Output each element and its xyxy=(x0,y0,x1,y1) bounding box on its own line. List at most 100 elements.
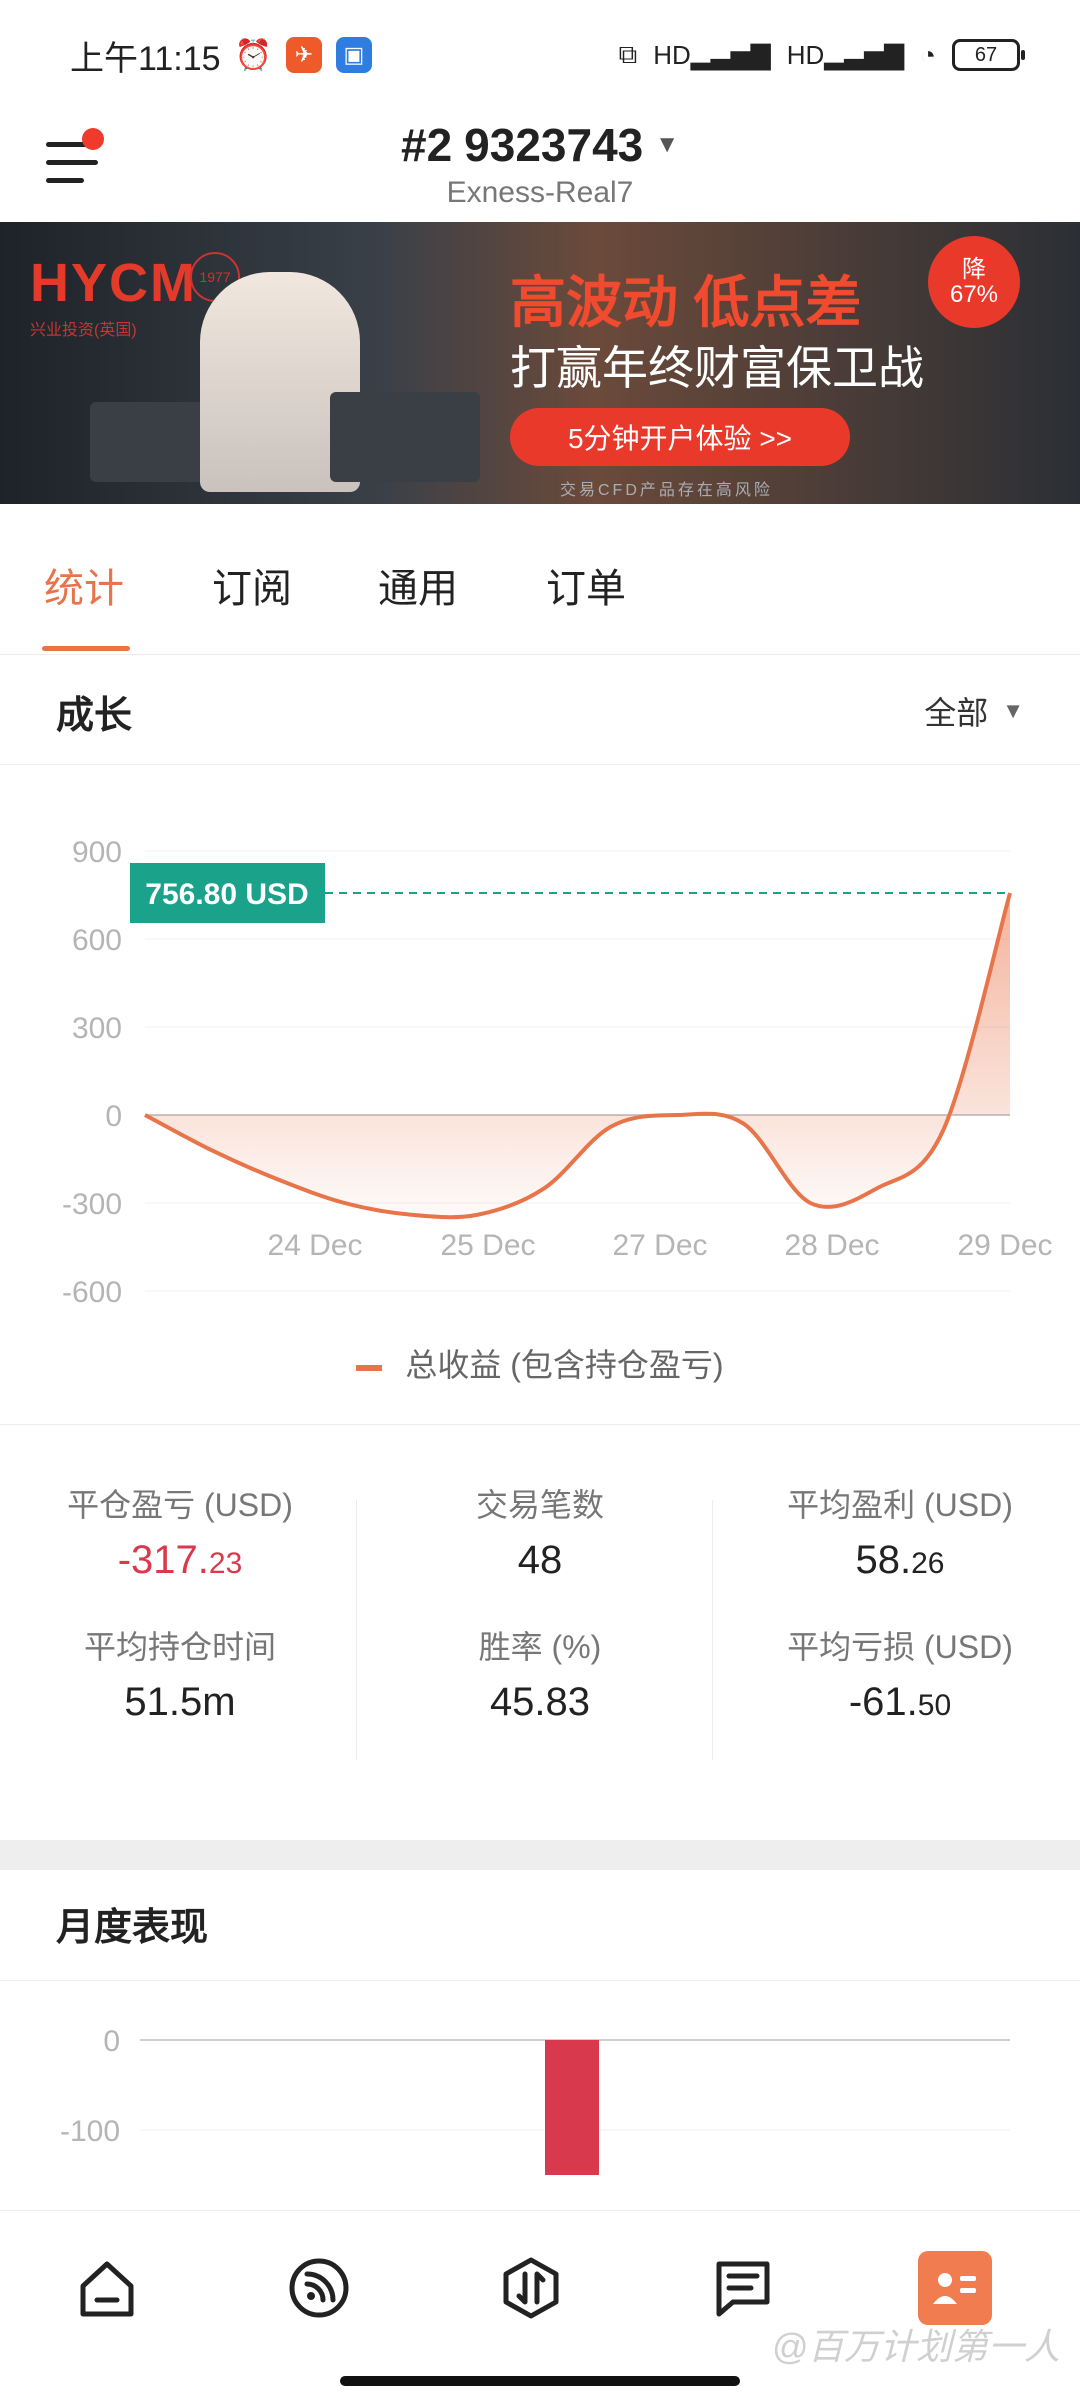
x-tick-label: 28 Dec xyxy=(784,1229,879,1262)
stat-value-decimals: 50 xyxy=(917,1689,952,1722)
stat-value: 45.83 xyxy=(489,1680,591,1724)
stats-grid: 平仓盈亏 (USD) -317.23 交易笔数 48 平均盈利 (USD) 58… xyxy=(0,1480,1080,1780)
y-tick-label: 600 xyxy=(72,924,122,957)
alarm-icon: ⏰ xyxy=(234,38,272,72)
profile-card-icon xyxy=(933,2273,976,2304)
growth-chart-svg: 900 600 300 0 -300 -600 24 Dec 25 Dec 27 Dec 28 D… xyxy=(62,836,1053,1309)
growth-chart[interactable]: 900 600 300 0 -300 -600 24 Dec 25 Dec 27 Dec 28 D… xyxy=(0,776,1080,1336)
bottom-navigation xyxy=(0,2210,1080,2401)
banner-headline: 高波动 低点差 xyxy=(510,271,862,334)
current-value-badge-text: 756.80 USD xyxy=(145,878,308,911)
discount-badge: 降 67% xyxy=(928,236,1020,328)
month-bar[interactable] xyxy=(545,2040,599,2175)
stat-value-main: -61. xyxy=(848,1680,918,1724)
app-notification-icon: ✈ xyxy=(285,37,322,73)
tab-statistics[interactable]: 统计 xyxy=(44,556,124,614)
section-separator xyxy=(0,1840,1080,1870)
y-tick-label: 0 xyxy=(103,2025,120,2058)
watermark: @百万计划第一人 xyxy=(771,2326,1060,2367)
stat-value-decimals: 23 xyxy=(208,1547,243,1580)
rss-icon xyxy=(289,2258,349,2318)
stat-value-main: -317. xyxy=(117,1538,209,1582)
tab-subscription[interactable]: 订阅 xyxy=(212,556,292,614)
home-indicator[interactable] xyxy=(340,2376,740,2386)
battery-icon: 67 xyxy=(952,39,1025,71)
stat-label: 平均盈利 (USD) xyxy=(787,1487,1013,1523)
y-tick-label: -600 xyxy=(62,1276,122,1309)
account-prefix: #2 xyxy=(400,119,453,171)
y-tick-label: -300 xyxy=(62,1188,122,1221)
ad-banner[interactable]: HYCM 兴业投资(英国) 1977 高波动 低点差 打赢年终财富保卫战 5分钟… xyxy=(0,222,1080,504)
account-number: 9323743 xyxy=(464,119,644,171)
y-tick-label: 0 xyxy=(105,1100,122,1133)
tab-general[interactable]: 通用 xyxy=(378,556,458,614)
app-notification-icon-2: ▣ xyxy=(335,37,372,73)
monthly-title: 月度表现 xyxy=(56,1907,209,1949)
range-filter-dropdown[interactable]: 全部 ▼ xyxy=(924,688,1024,734)
stat-value: -61.50 xyxy=(720,1680,1080,1725)
stat-win-rate: 胜率 (%) 45.83 xyxy=(360,1622,720,1725)
y-tick-label: 900 xyxy=(72,836,122,869)
monthly-chart-svg: 0 -100 xyxy=(60,2025,1010,2175)
laptop-image xyxy=(330,392,480,482)
y-tick-label: -100 xyxy=(60,2115,120,2148)
nav-trade[interactable] xyxy=(494,2251,568,2325)
stat-label: 平均亏损 (USD) xyxy=(787,1629,1013,1665)
stat-avg-hold-time: 平均持仓时间 51.5m xyxy=(0,1622,360,1725)
stat-label: 平仓盈亏 (USD) xyxy=(67,1487,293,1523)
battery-level: 67 xyxy=(974,43,998,66)
discount-line1: 降 xyxy=(961,255,986,283)
server-name: Exness-Real7 xyxy=(446,176,634,209)
stat-avg-loss: 平均亏损 (USD) -61.50 xyxy=(720,1622,1080,1725)
stat-value: -317.23 xyxy=(0,1538,360,1583)
tab-bar: 统计 订阅 通用 订单 xyxy=(0,504,1080,655)
stat-value: 51.5m xyxy=(124,1680,236,1724)
tab-orders[interactable]: 订单 xyxy=(546,556,626,614)
series-area xyxy=(145,893,1010,1218)
nav-feed[interactable] xyxy=(282,2251,356,2325)
banner-cta-button[interactable]: 5分钟开户体验 >> xyxy=(510,408,850,466)
chevron-down-icon: ▼ xyxy=(1002,698,1024,723)
stat-value: 58.26 xyxy=(720,1538,1080,1583)
signal-icon: HD▂▃▅▇ xyxy=(653,39,771,70)
account-selector[interactable]: #2 9323743 ▼ Exness-Real7 xyxy=(0,110,1080,210)
home-icon xyxy=(80,2261,134,2317)
monthly-chart[interactable]: 0 -100 xyxy=(0,2000,1080,2210)
signal-icon-2: HD▂▃▅▇ xyxy=(786,39,905,70)
x-tick-label: 29 Dec xyxy=(957,1229,1052,1262)
divider xyxy=(0,1424,1080,1425)
x-tick-label: 25 Dec xyxy=(440,1229,535,1262)
brand-seal-year: 1977 xyxy=(199,269,231,285)
nav-messages[interactable] xyxy=(706,2251,780,2325)
stat-closed-pl: 平仓盈亏 (USD) -317.23 xyxy=(0,1480,360,1583)
y-tick-label: 300 xyxy=(72,1012,122,1045)
brand-logo: HYCM xyxy=(30,253,197,313)
active-tab-indicator xyxy=(42,646,130,651)
legend-swatch xyxy=(356,1364,383,1371)
status-time: 上午11:15 xyxy=(70,39,221,78)
brand-logo-sub: 兴业投资(英国) xyxy=(30,322,137,339)
banner-risk-text: 交易CFD产品存在高风险 xyxy=(560,482,773,499)
stat-label: 交易笔数 xyxy=(475,1487,604,1523)
column-divider xyxy=(712,1500,713,1760)
message-icon xyxy=(716,2261,770,2317)
nav-profile[interactable] xyxy=(918,2251,992,2325)
divider xyxy=(0,1980,1080,1981)
stat-avg-profit: 平均盈利 (USD) 58.26 xyxy=(720,1480,1080,1583)
status-bar: 上午11:15 ⏰ ✈ ▣ ⧉ HD▂▃▅▇ HD▂▃▅▇ ◔ 67 xyxy=(0,0,1080,110)
banner-subhead: 打赢年终财富保卫战 xyxy=(510,342,924,394)
chevron-down-icon: ▼ xyxy=(655,131,680,158)
stat-value-decimals: 26 xyxy=(911,1547,945,1580)
nav-home[interactable] xyxy=(70,2251,144,2325)
discount-line2: 67% xyxy=(949,281,999,308)
trade-icon xyxy=(503,2257,559,2319)
app-header: #2 9323743 ▼ Exness-Real7 xyxy=(0,110,1080,223)
stat-label: 平均持仓时间 xyxy=(83,1629,276,1665)
x-tick-label: 27 Dec xyxy=(612,1229,707,1262)
divider xyxy=(0,764,1080,765)
stat-trade-count: 交易笔数 48 xyxy=(360,1480,720,1583)
stat-label: 胜率 (%) xyxy=(478,1629,602,1665)
stat-value: 48 xyxy=(517,1538,563,1582)
wifi-icon: ◔ xyxy=(920,39,936,70)
stat-value-main: 58. xyxy=(855,1538,912,1582)
